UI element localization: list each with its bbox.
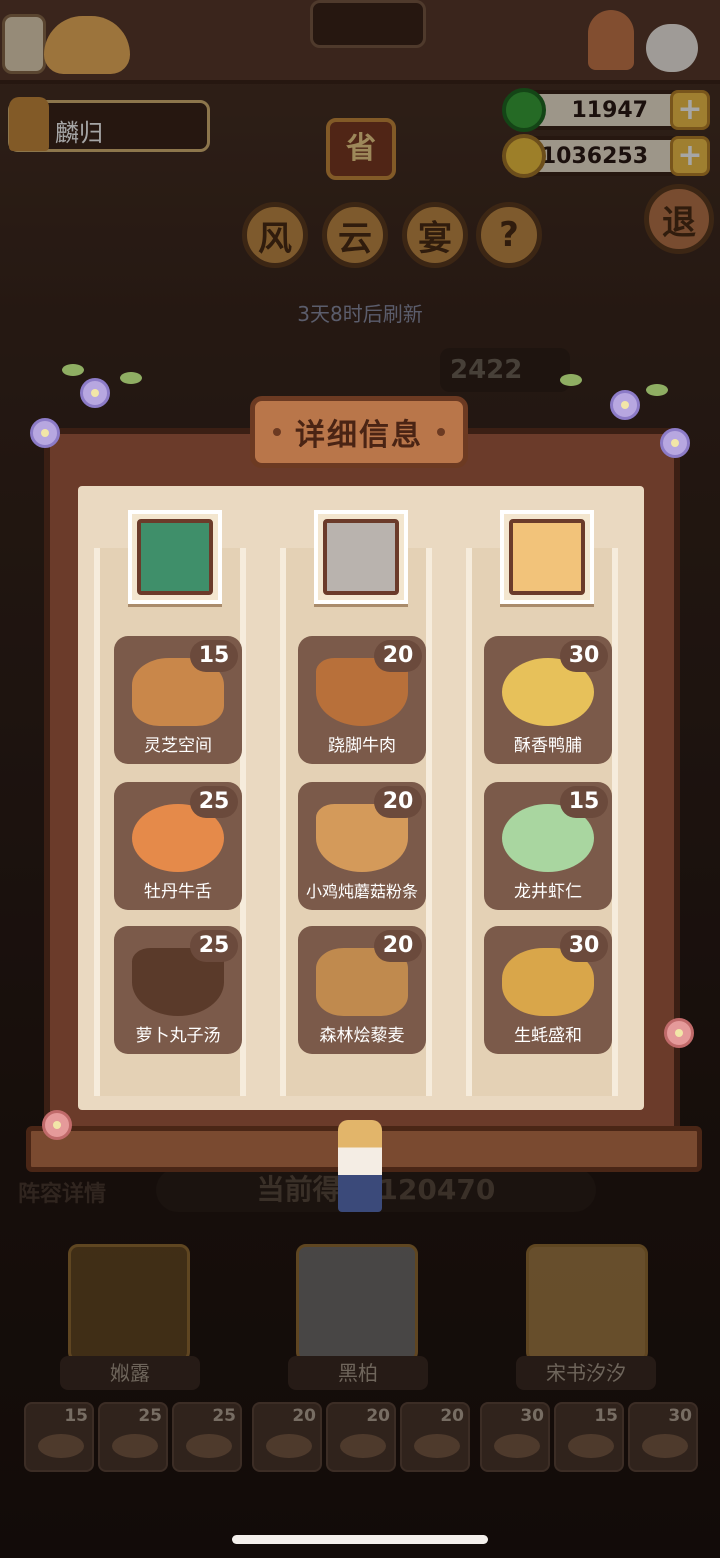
- leaf-decoration-icon: [120, 372, 142, 384]
- leaf-decoration-icon: [560, 374, 582, 386]
- leaf-decoration-icon: [62, 364, 84, 376]
- dish-card[interactable]: 30 生蚝盛和: [484, 926, 612, 1054]
- tassel-ornament-icon: [338, 1120, 382, 1212]
- chef-portrait-1: [128, 510, 222, 604]
- dish-card[interactable]: 25 萝卜丸子汤: [114, 926, 242, 1054]
- dish-card[interactable]: 20 小鸡炖蘑菇粉条: [298, 782, 426, 910]
- leaf-decoration-icon: [646, 384, 668, 396]
- dish-card[interactable]: 30 酥香鸭脯: [484, 636, 612, 764]
- flower-decoration-icon: [30, 418, 60, 448]
- dish-card[interactable]: 20 跷脚牛肉: [298, 636, 426, 764]
- blossom-decoration-icon: [664, 1018, 694, 1048]
- dish-card[interactable]: 15 灵芝空间: [114, 636, 242, 764]
- flower-decoration-icon: [660, 428, 690, 458]
- blossom-decoration-icon: [42, 1110, 72, 1140]
- chef-portrait-3: [500, 510, 594, 604]
- flower-decoration-icon: [610, 390, 640, 420]
- home-indicator[interactable]: [232, 1535, 488, 1544]
- dish-card[interactable]: 25 牡丹牛舌: [114, 782, 242, 910]
- modal-title: 详细信息: [295, 418, 423, 453]
- dish-card[interactable]: 20 森林烩藜麦: [298, 926, 426, 1054]
- dish-card[interactable]: 15 龙井虾仁: [484, 782, 612, 910]
- flower-decoration-icon: [80, 378, 110, 408]
- chef-portrait-2: [314, 510, 408, 604]
- modal-title-banner: 详细信息: [250, 396, 468, 468]
